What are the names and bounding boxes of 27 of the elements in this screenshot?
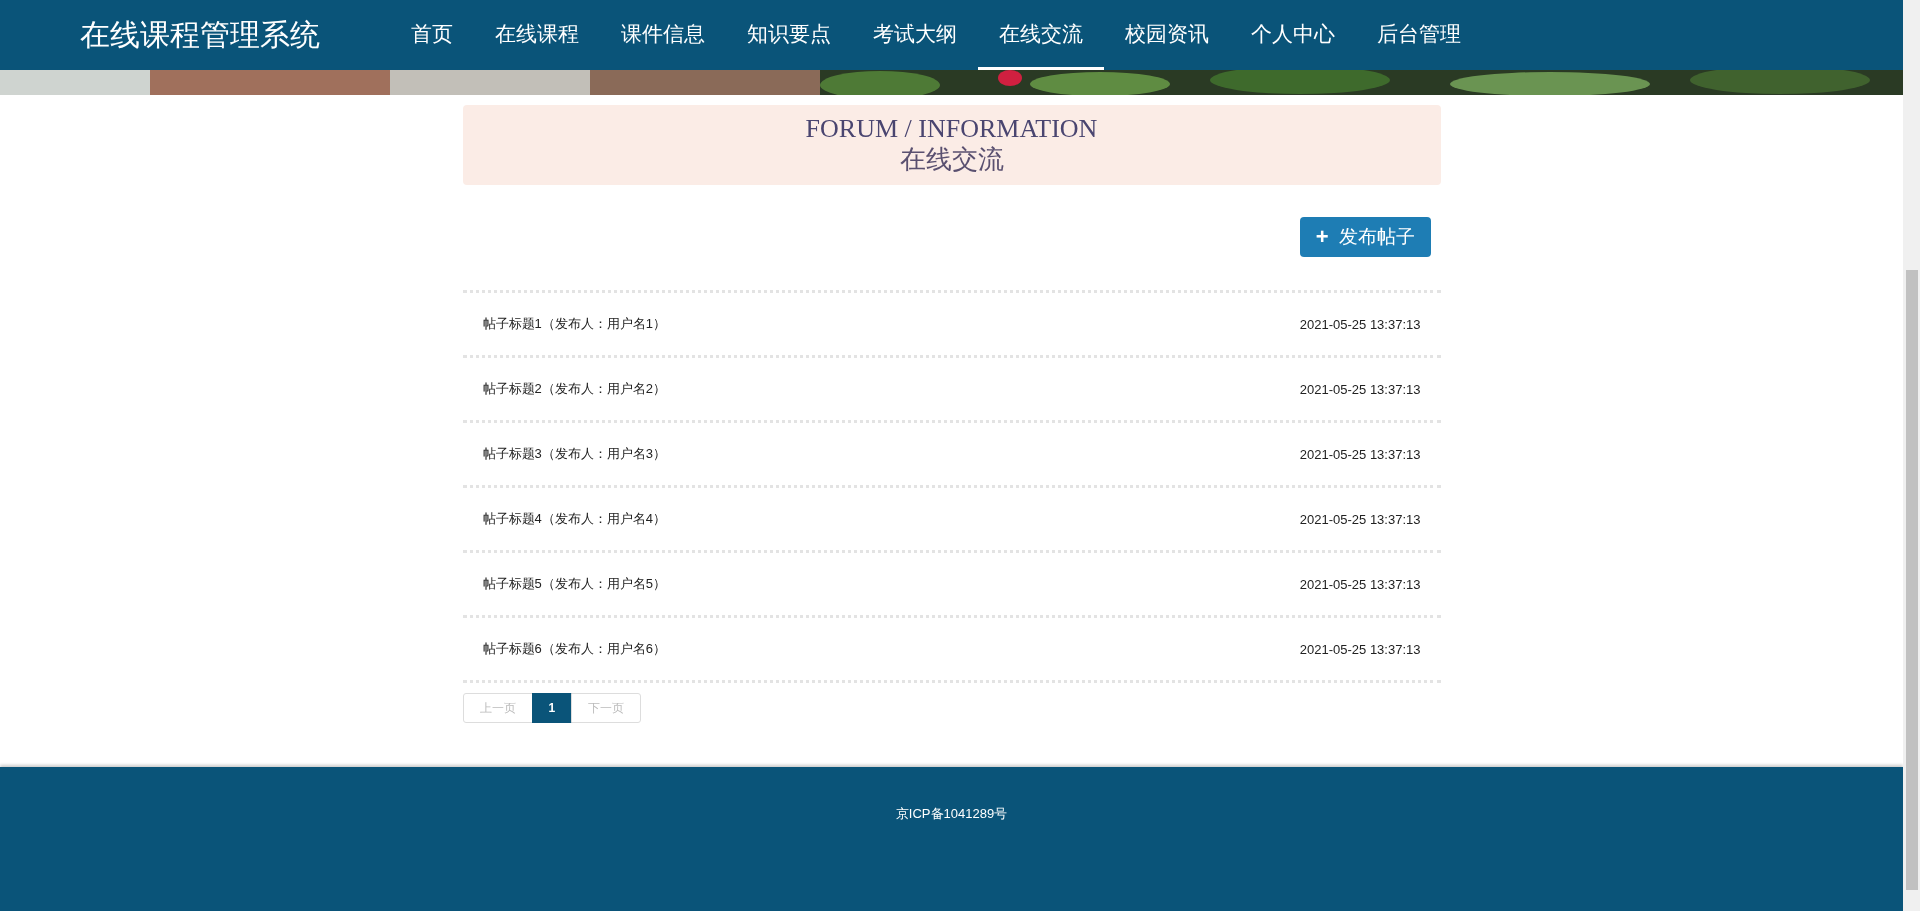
section-title: 在线交流 bbox=[899, 144, 1004, 176]
section-title-en: FORUM / INFORMATION bbox=[805, 114, 1098, 144]
post-time: 2021-05-25 13:37:13 bbox=[1299, 511, 1421, 527]
new-post-button[interactable]: + 发布帖子 bbox=[1299, 217, 1431, 257]
post-title[interactable]: 帖子标题3（发布人：用户名3） bbox=[482, 445, 666, 463]
nav-link[interactable]: 在线课程 bbox=[474, 0, 600, 70]
nav-link[interactable]: 校园资讯 bbox=[1104, 0, 1230, 70]
post-time: 2021-05-25 13:37:13 bbox=[1299, 381, 1421, 397]
post-title[interactable]: 帖子标题5（发布人：用户名5） bbox=[482, 575, 666, 593]
nav-link[interactable]: 知识要点 bbox=[726, 0, 852, 70]
post-title[interactable]: 帖子标题1（发布人：用户名1） bbox=[482, 315, 666, 333]
scrollbar[interactable] bbox=[1903, 0, 1920, 911]
post-title[interactable]: 帖子标题4（发布人：用户名4） bbox=[482, 510, 666, 528]
nav-link[interactable]: 个人中心 bbox=[1230, 0, 1356, 70]
nav-link[interactable]: 后台管理 bbox=[1356, 0, 1482, 70]
nav-link[interactable]: 考试大纲 bbox=[852, 0, 978, 70]
nav-link[interactable]: 首页 bbox=[390, 0, 474, 70]
post-time: 2021-05-25 13:37:13 bbox=[1299, 316, 1421, 332]
post-time: 2021-05-25 13:37:13 bbox=[1299, 446, 1421, 462]
post-title[interactable]: 帖子标题6（发布人：用户名6） bbox=[482, 640, 666, 658]
footer-text: 京ICP备1041289号 bbox=[895, 805, 1008, 823]
post-time: 2021-05-25 13:37:13 bbox=[1299, 576, 1421, 592]
post-title[interactable]: 帖子标题2（发布人：用户名2） bbox=[482, 380, 666, 398]
page-button[interactable]: 1 bbox=[531, 693, 573, 723]
post-time: 2021-05-25 13:37:13 bbox=[1299, 641, 1421, 657]
site-title: 在线课程管理系统 bbox=[80, 16, 320, 53]
nav-link[interactable]: 课件信息 bbox=[600, 0, 726, 70]
